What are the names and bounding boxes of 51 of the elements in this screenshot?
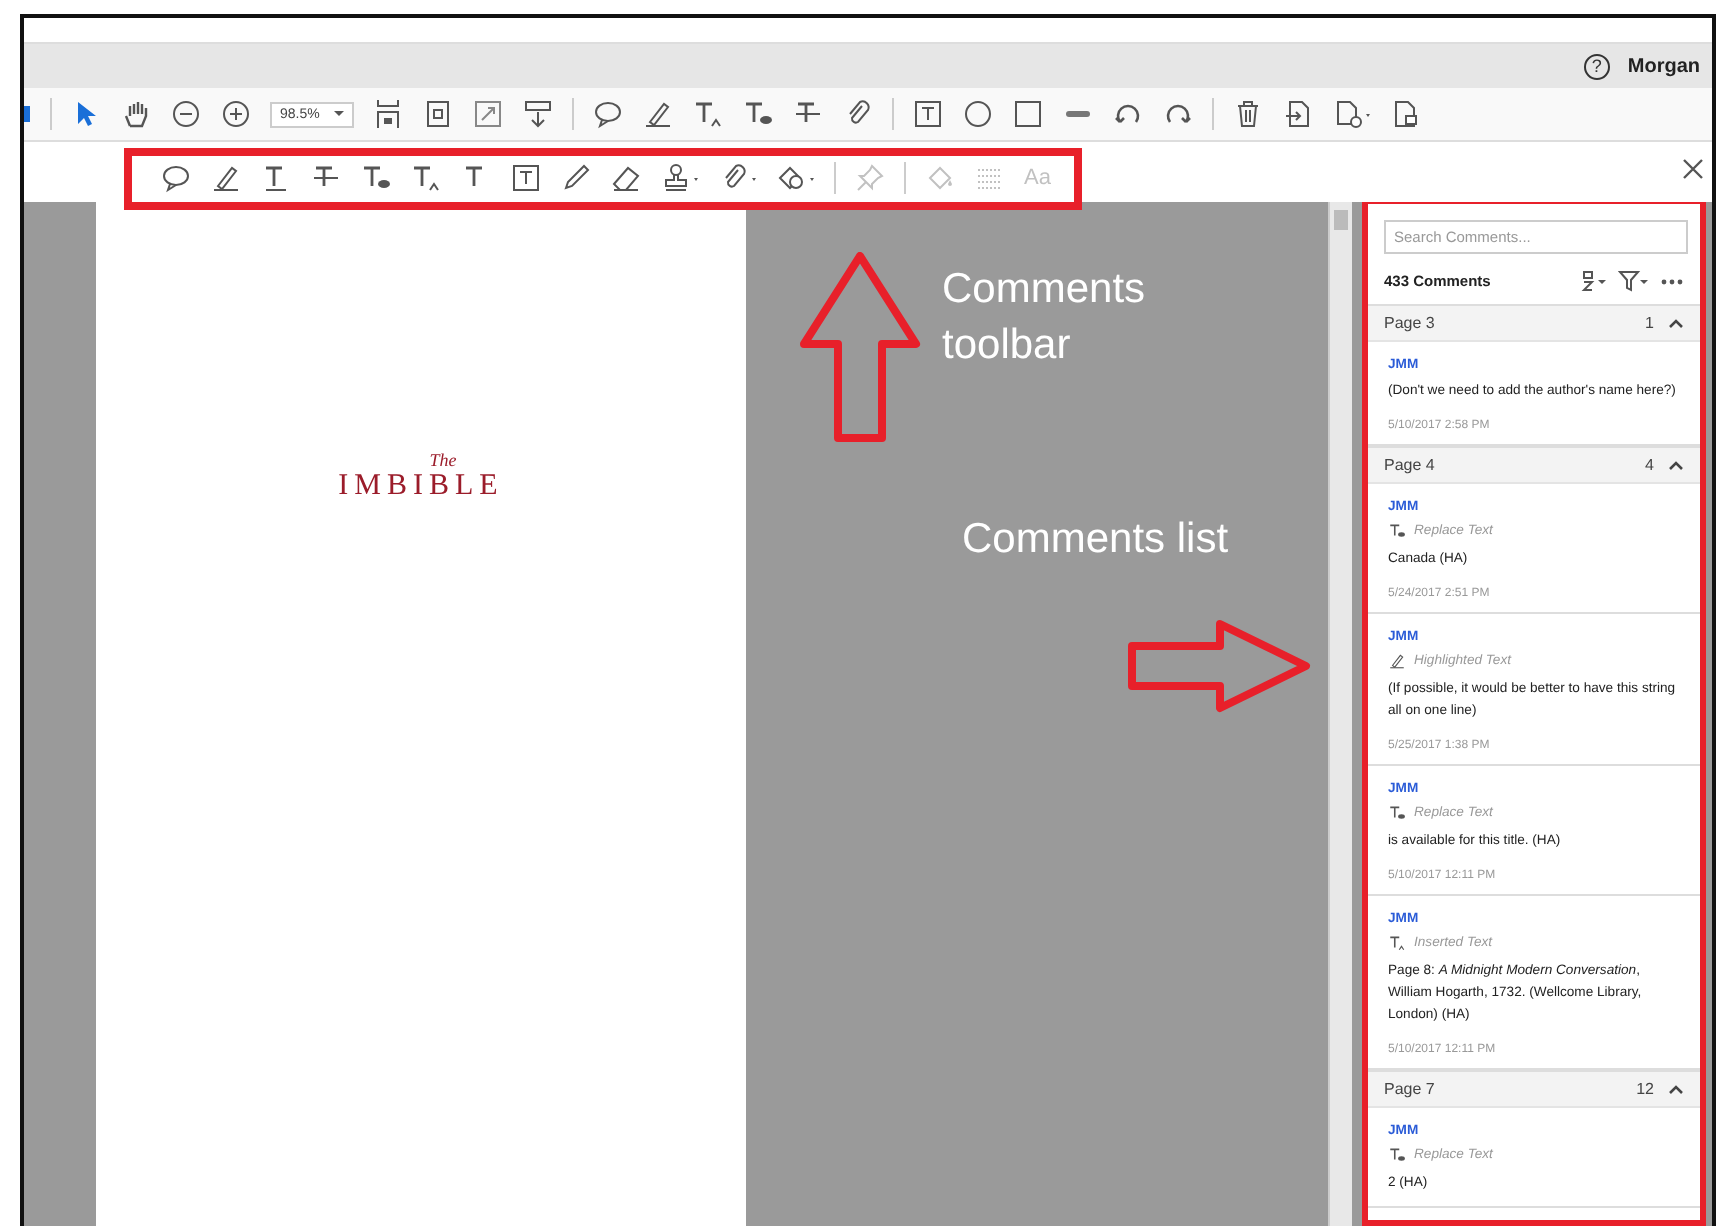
chevron-up-icon[interactable] xyxy=(1668,460,1684,470)
circle-icon[interactable] xyxy=(962,98,994,130)
filter-icon[interactable] xyxy=(1618,270,1648,292)
callout-label: Comments toolbar xyxy=(942,264,1148,372)
speech-bubble-icon[interactable] xyxy=(160,162,192,194)
pencil-icon[interactable] xyxy=(560,162,592,194)
user-name[interactable]: Morgan xyxy=(1627,55,1700,77)
expand-icon[interactable] xyxy=(472,98,504,130)
export-icon[interactable] xyxy=(1282,98,1314,130)
dropdown-caret-icon[interactable] xyxy=(334,107,344,117)
page-group-header[interactable]: Page 3 1 xyxy=(1368,304,1700,342)
chevron-up-icon[interactable] xyxy=(1668,318,1684,328)
replace-text-icon xyxy=(1388,522,1406,540)
insert-text-icon[interactable] xyxy=(410,162,442,194)
underline-text-icon[interactable] xyxy=(260,162,292,194)
more-icon[interactable] xyxy=(1660,277,1684,285)
close-icon[interactable] xyxy=(1682,158,1704,180)
insert-text-icon[interactable] xyxy=(692,98,724,130)
hand-icon[interactable] xyxy=(120,98,152,130)
help-button[interactable]: ? xyxy=(1583,53,1610,79)
page-group-header[interactable]: Page 7 12 xyxy=(1368,1070,1700,1108)
eraser-icon[interactable] xyxy=(610,162,642,194)
highlighter-icon[interactable] xyxy=(642,98,674,130)
page-gear-icon[interactable] xyxy=(1332,98,1372,130)
speech-bubble-icon[interactable] xyxy=(592,98,624,130)
page-group-header[interactable]: Page 4 4 xyxy=(1368,446,1700,484)
zoom-in-icon[interactable] xyxy=(220,98,252,130)
shapes-menu-icon[interactable] xyxy=(776,162,816,194)
ruler-icon[interactable] xyxy=(522,98,554,130)
logo-text: The xyxy=(429,452,457,470)
square-icon[interactable] xyxy=(1012,98,1044,130)
chevron-up-icon[interactable] xyxy=(1668,1084,1684,1094)
replace-text-icon[interactable] xyxy=(742,98,774,130)
sort-icon[interactable] xyxy=(1580,270,1606,292)
callout-label: Comments list xyxy=(962,514,1229,566)
highlighter-icon xyxy=(1388,652,1406,670)
page-compare-icon[interactable] xyxy=(1390,98,1422,130)
zoom-out-icon[interactable] xyxy=(170,98,202,130)
trash-icon[interactable] xyxy=(1232,98,1264,130)
replace-text-icon xyxy=(1388,804,1406,822)
page-icon[interactable] xyxy=(422,98,454,130)
highlighter-icon[interactable] xyxy=(210,162,242,194)
insert-text-icon xyxy=(1388,934,1406,952)
replace-text-icon[interactable] xyxy=(360,162,392,194)
scrollbar-thumb[interactable] xyxy=(1334,210,1348,230)
logo-text: IMBIBLE xyxy=(338,470,504,504)
text-box-icon[interactable] xyxy=(912,98,944,130)
text-box-icon[interactable] xyxy=(510,162,542,194)
stamp-icon[interactable] xyxy=(660,162,700,194)
replace-text-icon xyxy=(1388,1146,1406,1164)
fit-page-icon[interactable] xyxy=(372,98,404,130)
